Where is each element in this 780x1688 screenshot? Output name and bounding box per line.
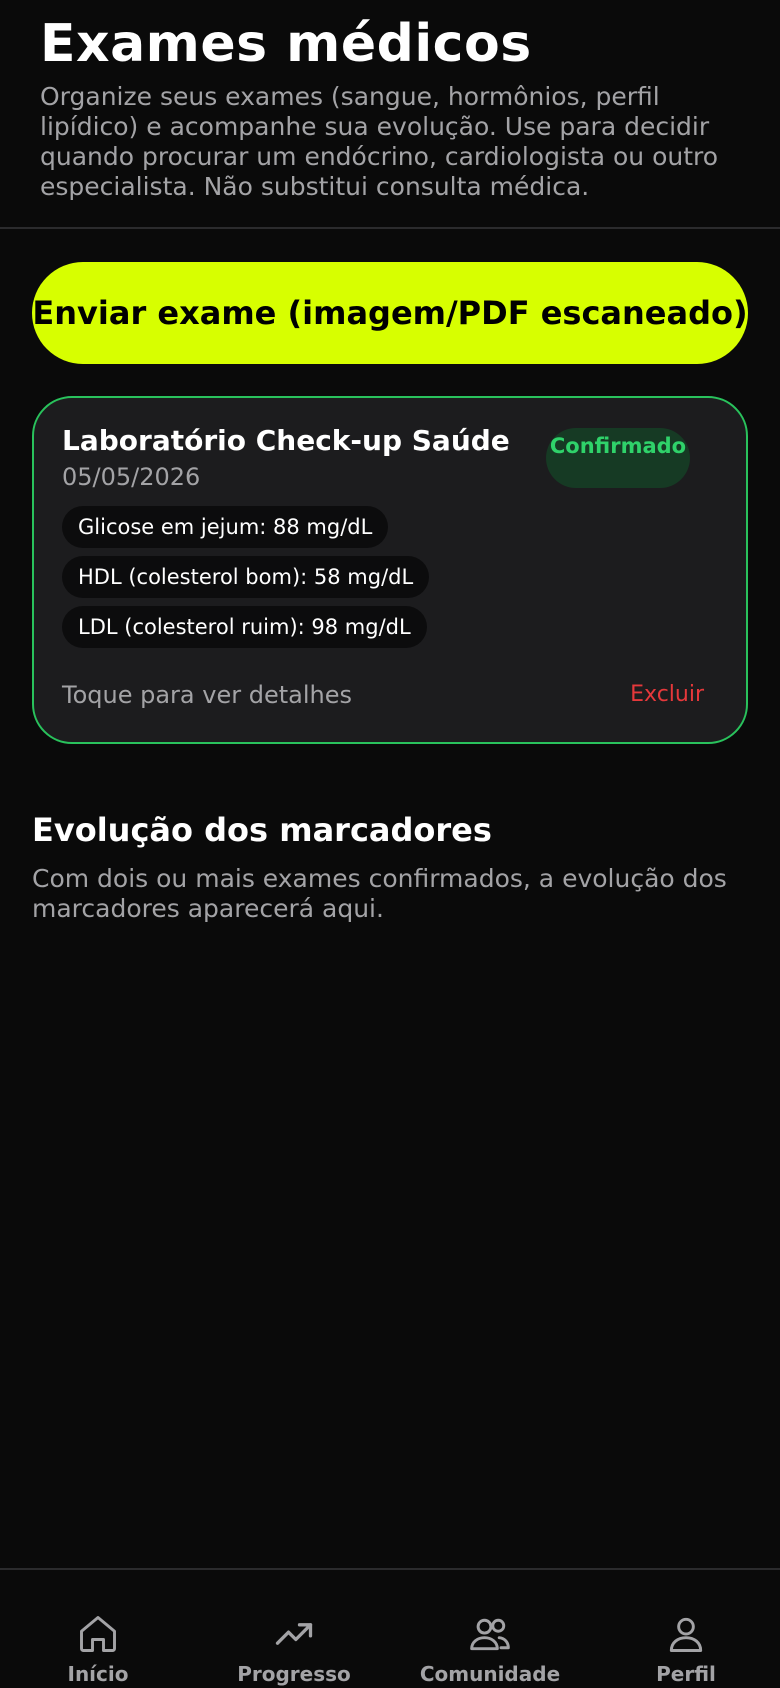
page-title: Exames médicos	[40, 14, 532, 74]
page-header: Exames médicos Organize seus exames (san…	[0, 0, 780, 229]
nav-label-home: Início	[67, 1662, 129, 1686]
marker-chip: HDL (colesterol bom): 58 mg/dL	[62, 556, 430, 598]
home-icon	[80, 1616, 116, 1652]
delete-button[interactable]: Excluir	[630, 680, 704, 710]
page-subtitle: Organize seus exames (sangue, hormônios,…	[40, 82, 719, 201]
details-hint: Toque para ver detalhes	[62, 681, 352, 709]
nav-item-community[interactable]: Comunidade	[392, 1570, 588, 1688]
user-icon	[669, 1617, 703, 1652]
evolution-title: Evolução dos marcadores	[32, 811, 492, 849]
marker-chip: LDL (colesterol ruim): 98 mg/dL	[62, 606, 427, 648]
nav-label-community: Comunidade	[419, 1662, 561, 1686]
nav-label-profile: Perfil	[656, 1662, 716, 1686]
upload-exam-button[interactable]: Enviar exame (imagem/PDF escaneado)	[32, 262, 748, 364]
marker-list: Glicose em jejum: 88 mg/dL HDL (colester…	[62, 506, 430, 656]
nav-item-profile[interactable]: Perfil	[588, 1570, 780, 1688]
marker-chip: Glicose em jejum: 88 mg/dL	[62, 506, 389, 548]
nav-item-progress[interactable]: Progresso	[196, 1570, 392, 1688]
lab-name: Laboratório Check-up Saúde	[62, 424, 510, 457]
evolution-empty-note: Com dois ou mais exames confirmados, a e…	[32, 864, 727, 923]
exam-card[interactable]: Laboratório Check-up Saúde 05/05/2026 Co…	[32, 396, 748, 744]
status-badge: Confirmado	[546, 428, 690, 488]
exam-date: 05/05/2026	[62, 463, 201, 491]
trending-up-icon	[275, 1623, 313, 1645]
bottom-nav: Início Progresso Comunidade Perfil	[0, 1568, 780, 1688]
nav-item-home[interactable]: Início	[0, 1570, 196, 1688]
users-icon	[470, 1618, 510, 1651]
nav-label-progress: Progresso	[237, 1662, 351, 1686]
